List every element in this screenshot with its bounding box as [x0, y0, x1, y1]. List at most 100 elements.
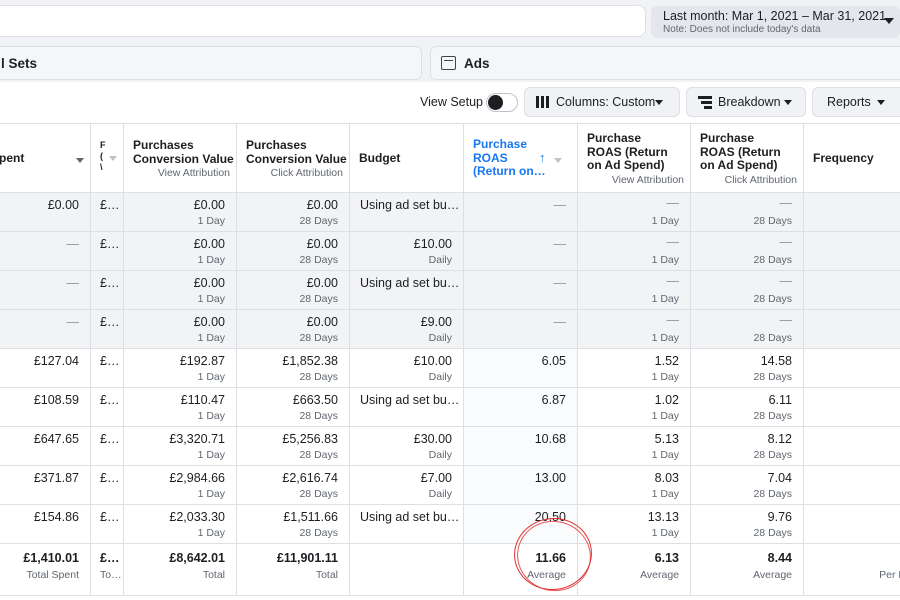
- cell-purchases-conversion-value-view: £0.00 1 Day: [124, 193, 237, 232]
- cell-purchase-roas-view: — 1 Day: [578, 232, 691, 271]
- cell-subvalue: 1 Day: [197, 527, 225, 539]
- cell-purchases-conversion-value-view: £110.47 1 Day: [124, 388, 237, 427]
- cell-value: —: [779, 274, 793, 288]
- table-row[interactable]: £154.86 £… £2,033.30 1 Day £1,511.66 28 Days U…: [0, 505, 900, 544]
- cell-purchase-roas-view: 8.03 1 Day: [578, 466, 691, 505]
- cell-value: £…: [100, 237, 120, 251]
- column-header-amount-spent[interactable]: pent: [0, 124, 91, 193]
- cell-value: £…: [100, 393, 120, 407]
- breakdown-icon: [698, 96, 712, 109]
- column-header-budget[interactable]: Budget: [350, 124, 464, 193]
- search-input[interactable]: [0, 5, 646, 37]
- cell-value: —: [553, 276, 567, 290]
- cell-purchase-roas: 6.87: [464, 388, 578, 427]
- cell-purchase-roas: 10.68: [464, 427, 578, 466]
- column-header-purchases-conversion-value-click[interactable]: Purchases Conversion Value Click Attribut…: [237, 124, 350, 193]
- cell-purchase-roas: —: [464, 193, 578, 232]
- columns-button[interactable]: Columns: Custom: [524, 87, 680, 117]
- cell-subvalue: 28 Days: [299, 410, 338, 422]
- cell-value: £…: [100, 510, 120, 524]
- cell-purchase-roas: 6.05: [464, 349, 578, 388]
- cell-subvalue: Daily: [428, 488, 452, 500]
- column-header-frequency[interactable]: Frequency: [804, 124, 900, 193]
- cell-value: £0.00: [193, 276, 225, 290]
- cell-value: 7.04: [767, 471, 792, 485]
- cell-value: Using ad set bu…: [360, 510, 460, 524]
- total-value: £1,410.01: [23, 551, 79, 565]
- cell-frequency: 4.5: [804, 349, 900, 388]
- cell-subvalue: 1 Day: [651, 371, 679, 383]
- sort-ascending-icon[interactable]: ↑: [539, 150, 546, 165]
- cell-purchases-conversion-value-click: £0.00 28 Days: [237, 193, 350, 232]
- reports-button[interactable]: Reports: [812, 87, 900, 117]
- view-setup-toggle[interactable]: [486, 93, 518, 112]
- column-header-f-column[interactable]: F ( \: [91, 124, 124, 193]
- cell-value: £10.00: [413, 237, 452, 251]
- column-header-subtitle: View Attribution: [157, 167, 230, 179]
- total-label: To…: [100, 569, 122, 581]
- cell-amount-spent: £154.86: [0, 505, 91, 544]
- cell-purchase-roas-view: 13.13 1 Day: [578, 505, 691, 544]
- table-row[interactable]: £0.00 £… £0.00 1 Day £0.00 28 Days Using ad se…: [0, 193, 900, 232]
- cell-value: £30.00: [413, 432, 452, 446]
- breakdown-button[interactable]: Breakdown: [686, 87, 806, 117]
- cell-f-column: £…: [91, 505, 124, 544]
- cell-value: —: [553, 198, 567, 212]
- cell-frequency: 5.5: [804, 427, 900, 466]
- cell-f-column: £…: [91, 427, 124, 466]
- cell-value: £…: [100, 354, 120, 368]
- cell-amount-spent: £127.04: [0, 349, 91, 388]
- column-header-purchases-conversion-value-view[interactable]: Purchases Conversion Value View Attributi…: [124, 124, 237, 193]
- cell-amount-spent: —: [0, 232, 91, 271]
- cell-value: £2,033.30: [169, 510, 225, 524]
- table-row[interactable]: £647.65 £… £3,320.71 1 Day £5,256.83 28 Days £…: [0, 427, 900, 466]
- date-range-picker[interactable]: Last month: Mar 1, 2021 – Mar 31, 2021 N…: [651, 6, 900, 38]
- breakdown-button-label: Breakdown: [718, 95, 781, 109]
- cell-subvalue: 28 Days: [753, 332, 792, 344]
- cell-purchases-conversion-value-click: £5,256.83 28 Days: [237, 427, 350, 466]
- cell-value: £154.86: [33, 510, 79, 524]
- column-header-title: Frequency: [813, 151, 874, 165]
- columns-icon: [536, 96, 550, 108]
- cell-value: —: [666, 313, 680, 327]
- column-header-purchase-roas[interactable]: Purchase ROAS (Return on… ↑: [464, 124, 578, 193]
- table-row[interactable]: £127.04 £… £192.87 1 Day £1,852.38 28 Days £10…: [0, 349, 900, 388]
- cell-value: £0.00: [193, 237, 225, 251]
- total-purchases-conversion-value-click: £11,901.11 Total: [237, 544, 350, 596]
- column-header-purchase-roas-view[interactable]: Purchase ROAS (Return on Ad Spend) View A…: [578, 124, 691, 193]
- tab-ad-sets[interactable]: l Sets: [0, 46, 422, 80]
- cell-purchase-roas: 13.00: [464, 466, 578, 505]
- table-row[interactable]: — £… £0.00 1 Day £0.00 28 Days £9.00 Daily — — 1 D…: [0, 310, 900, 349]
- chevron-down-icon[interactable]: [76, 158, 84, 163]
- total-value: 6.13: [654, 551, 679, 565]
- cell-subvalue: 1 Day: [651, 488, 679, 500]
- cell-purchase-roas-view: 1.02 1 Day: [578, 388, 691, 427]
- table-row[interactable]: — £… £0.00 1 Day £0.00 28 Days £10.00 Daily — — 1 …: [0, 232, 900, 271]
- cell-value: 13.13: [647, 510, 679, 524]
- tab-ads[interactable]: Ads: [430, 46, 900, 80]
- cell-purchase-roas: —: [464, 310, 578, 349]
- cell-subvalue: 28 Days: [753, 215, 792, 227]
- cell-value: £7.00: [420, 471, 452, 485]
- table-row[interactable]: £108.59 £… £110.47 1 Day £663.50 28 Days Using…: [0, 388, 900, 427]
- cell-subvalue: 28 Days: [753, 371, 792, 383]
- cell-value: —: [553, 237, 567, 251]
- column-header-purchase-roas-click[interactable]: Purchase ROAS (Return on Ad Spend) Click …: [691, 124, 804, 193]
- cell-value: £5,256.83: [282, 432, 338, 446]
- chevron-down-icon[interactable]: [554, 158, 562, 163]
- chevron-down-icon: [655, 100, 663, 105]
- cell-budget: £9.00 Daily: [350, 310, 464, 349]
- cell-value: —: [666, 274, 680, 288]
- cell-purchase-roas-view: 1.52 1 Day: [578, 349, 691, 388]
- total-label: Total: [315, 569, 338, 581]
- table-row[interactable]: £371.87 £… £2,984.66 1 Day £2,616.74 28 Days £…: [0, 466, 900, 505]
- total-label: Average: [753, 569, 792, 581]
- reports-button-label: Reports: [827, 95, 871, 109]
- table-row[interactable]: — £… £0.00 1 Day £0.00 28 Days Using ad set bu…: [0, 271, 900, 310]
- chevron-down-icon[interactable]: [109, 156, 117, 161]
- cell-budget: Using ad set bu…: [350, 505, 464, 544]
- column-header-title: pent: [0, 151, 25, 165]
- total-value: 8.44: [767, 551, 792, 565]
- cell-subvalue: 28 Days: [753, 449, 792, 461]
- cell-f-column: £…: [91, 310, 124, 349]
